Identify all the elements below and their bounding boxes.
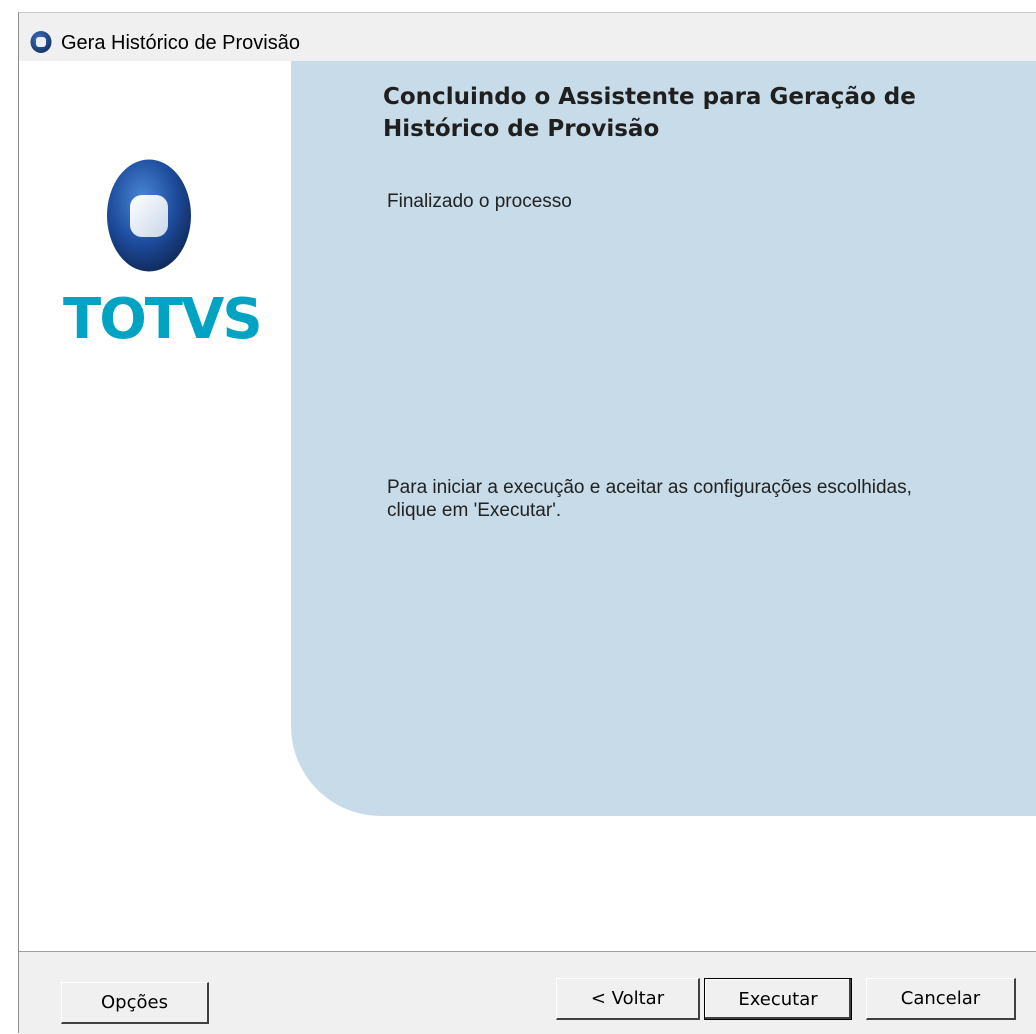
options-button[interactable]: Opções (61, 982, 209, 1024)
totvs-logo-icon (29, 30, 53, 54)
instruction-message: Para iniciar a execução e aceitar as con… (387, 477, 912, 521)
title-bar[interactable]: Gera Histórico de Provisão (19, 13, 1036, 61)
execute-button[interactable]: Executar (704, 978, 852, 1020)
wizard-window: Gera Histórico de Provisão TOTVS Conclui… (18, 12, 1036, 1034)
brand-pane: TOTVS (19, 61, 291, 951)
wizard-content: TOTVS Concluindo o Assistente para Geraç… (19, 61, 1036, 951)
status-message: Finalizado o processo (387, 191, 572, 212)
totvs-logo-text: TOTVS (63, 287, 263, 352)
totvs-logo-mark (106, 159, 192, 272)
wizard-heading: Concluindo o Assistente para Geração de … (383, 84, 916, 142)
window-title: Gera Histórico de Provisão (61, 32, 300, 54)
cancel-button[interactable]: Cancelar (866, 978, 1016, 1020)
back-button[interactable]: < Voltar (556, 978, 700, 1020)
button-bar: Opções < Voltar Executar Cancelar (19, 951, 1036, 1034)
wizard-info-panel: Concluindo o Assistente para Geração de … (291, 61, 1036, 816)
